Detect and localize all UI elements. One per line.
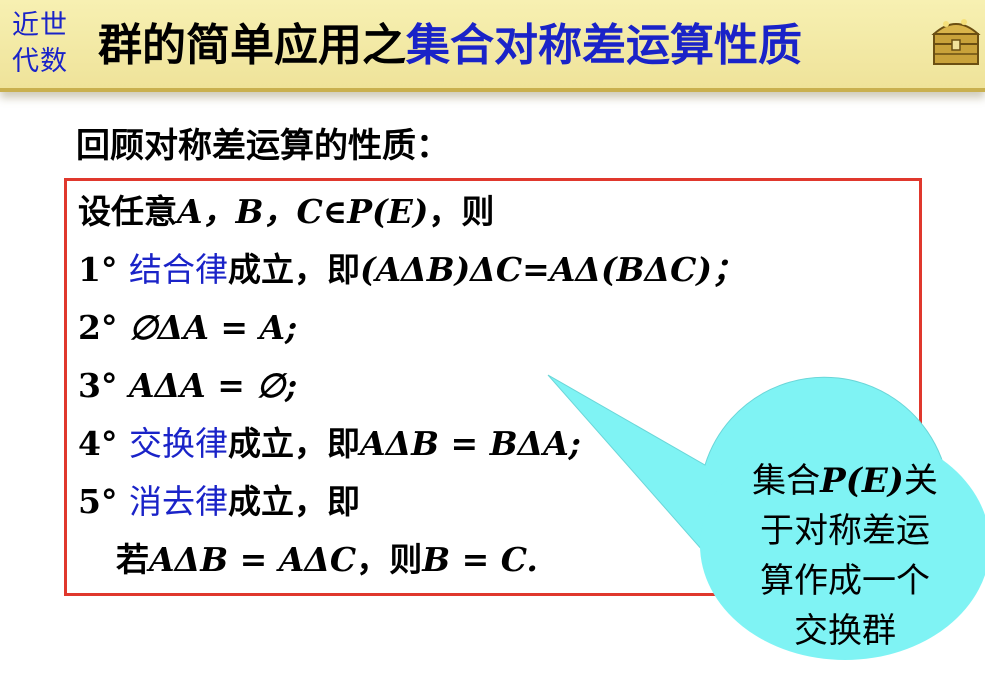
intro-line: 设任意A，B，C∈P(E)，则 — [78, 186, 494, 238]
property-3: 3° AΔA = ∅; — [78, 360, 297, 412]
intro-suffix: ，则 — [428, 192, 495, 231]
callout-line-1: 集合P(E)关 — [735, 456, 955, 506]
intro-prefix: 设任意 — [78, 192, 177, 231]
property-2: 2° ∅ΔA = A; — [78, 302, 297, 354]
property-2-formula: ∅ΔA = A; — [128, 308, 298, 347]
property-4-law: 交换律 — [128, 424, 228, 463]
slide-title-main: 群的简单应用之 — [98, 20, 406, 71]
title-bar: 近世 代数 群的简单应用之集合对称差运算性质 — [0, 0, 985, 92]
property-1-after: 成立，即 — [227, 250, 360, 289]
property-4-after: 成立，即 — [227, 424, 360, 463]
property-1-formula: (AΔB)ΔC=AΔ(BΔC)； — [359, 250, 746, 289]
course-label: 近世 代数 — [12, 8, 84, 80]
subheading: 回顾对称差运算的性质： — [76, 126, 450, 166]
property-1-num: 1° — [78, 250, 118, 289]
property-5-num: 5° — [78, 482, 118, 521]
element-of-symbol: ∈ — [322, 192, 348, 231]
treasure-chest-icon — [931, 19, 981, 65]
property-5-if: 若 — [116, 540, 149, 579]
property-5-then: ，则 — [356, 540, 423, 579]
course-label-line1: 近世 — [12, 10, 68, 41]
property-2-num: 2° — [78, 308, 118, 347]
property-5-law: 消去律 — [128, 482, 228, 521]
callout-set: P(E) — [820, 461, 904, 501]
callout-line1-prefix: 集合 — [752, 461, 821, 501]
property-4: 4° 交换律成立，即AΔB = BΔA; — [78, 418, 581, 470]
property-5: 5° 消去律成立，即 — [78, 476, 360, 528]
property-4-num: 4° — [78, 424, 118, 463]
property-3-num: 3° — [78, 366, 118, 405]
property-5-after: 成立，即 — [227, 482, 360, 521]
intro-set: P(E) — [347, 192, 429, 231]
property-1-law: 结合律 — [128, 250, 228, 289]
slide-title-topic: 集合对称差运算性质 — [406, 20, 802, 71]
slide-title: 群的简单应用之集合对称差运算性质 — [98, 16, 802, 76]
property-5-continuation: 若AΔB = AΔC，则B = C. — [116, 534, 538, 586]
property-3-formula: AΔA = ∅; — [128, 366, 298, 405]
property-1: 1° 结合律成立，即(AΔB)ΔC=AΔ(BΔC)； — [78, 244, 745, 296]
callout-line-3: 算作成一个 — [760, 561, 930, 601]
callout-line-2: 于对称差运 — [760, 511, 930, 551]
intro-vars: A，B，C — [177, 192, 323, 231]
callout-line-4: 交换群 — [794, 611, 896, 651]
callout-line1-suffix: 关 — [903, 461, 938, 501]
callout-text: 集合P(E)关 于对称差运 算作成一个 交换群 — [735, 456, 955, 656]
property-5-result: B = C. — [422, 540, 538, 579]
course-label-line2: 代数 — [12, 46, 68, 77]
property-5-condition: AΔB = AΔC — [149, 540, 357, 579]
